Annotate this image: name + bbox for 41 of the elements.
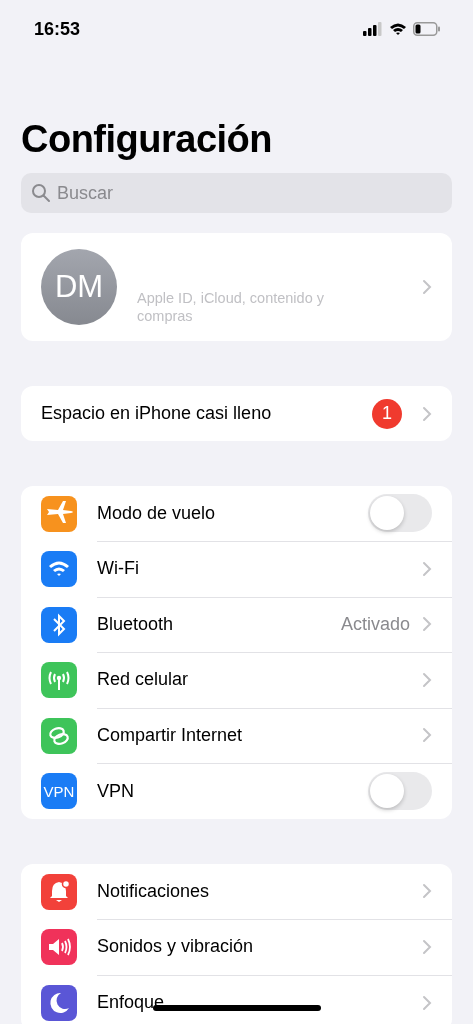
row-label: Red celular <box>97 669 189 691</box>
chevron-icon <box>422 405 432 422</box>
search-icon <box>31 183 51 203</box>
chevron-icon <box>422 883 432 900</box>
row-label: Modo de vuelo <box>97 502 216 524</box>
settings-row[interactable]: Notificaciones <box>21 864 452 920</box>
settings-row[interactable]: Compartir Internet <box>21 708 452 764</box>
chevron-icon <box>422 279 432 295</box>
page-title: Configuración <box>21 118 274 161</box>
row-label: Bluetooth <box>97 613 174 635</box>
settings-row[interactable]: Red celular <box>21 652 452 708</box>
chevron-icon <box>422 727 432 744</box>
chevron-icon <box>422 616 432 633</box>
row-label: Espacio en iPhone casi lleno <box>41 403 273 424</box>
toggle-switch[interactable] <box>368 772 432 811</box>
avatar: DM <box>41 249 117 325</box>
row-label: Compartir Internet <box>97 724 243 746</box>
battery-icon <box>413 22 441 36</box>
signal-icon <box>363 22 383 36</box>
row-label: Sonidos y vibración <box>97 936 254 958</box>
settings-row[interactable]: Sonidos y vibración <box>21 919 452 975</box>
status-time: 16:53 <box>34 18 81 40</box>
chevron-icon <box>422 671 432 688</box>
vpn-icon: VPN <box>41 773 77 810</box>
row-label: Notificaciones <box>97 880 210 902</box>
notification-badge: 1 <box>372 398 402 429</box>
row-label: VPN <box>97 780 134 802</box>
profile-subtitle: Apple ID, iCloud, contenido y compras <box>137 289 325 325</box>
settings-row[interactable]: VPN VPN <box>21 763 452 819</box>
settings-row[interactable]: Wi-Fi <box>21 541 452 597</box>
search-field[interactable]: Buscar <box>21 173 452 213</box>
row-value: Activado <box>340 613 410 635</box>
storage-alert-row[interactable]: Espacio en iPhone casi lleno 1 <box>21 386 452 441</box>
chevron-icon <box>422 938 432 955</box>
settings-row[interactable]: Bluetooth Activado <box>21 597 452 653</box>
chevron-icon <box>422 560 432 577</box>
settings-row[interactable]: Modo de vuelo <box>21 486 452 542</box>
toggle-switch[interactable] <box>368 494 432 533</box>
row-label: Wi-Fi <box>97 558 139 580</box>
wifi-icon <box>389 22 407 36</box>
chevron-icon <box>422 994 432 1011</box>
